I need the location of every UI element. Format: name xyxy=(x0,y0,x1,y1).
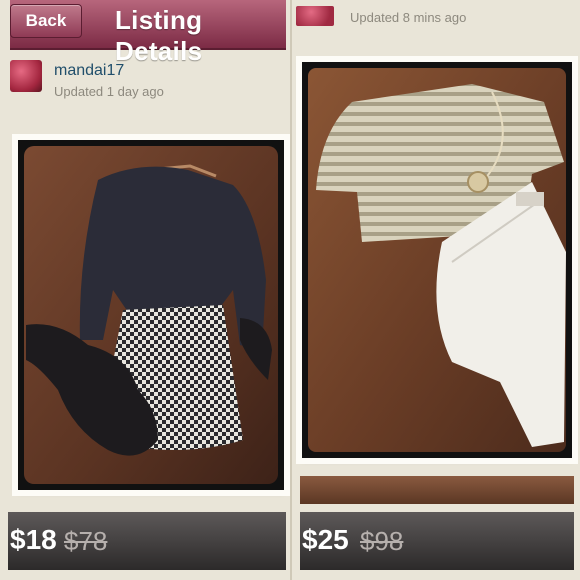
original-price: $78 xyxy=(64,526,108,556)
price-bar: $18 $78 xyxy=(8,512,286,570)
user-row[interactable]: mandai17 Updated 1 day ago xyxy=(10,58,286,108)
listing-photo[interactable] xyxy=(18,140,284,490)
price-bar: $25 $98 xyxy=(300,512,574,570)
outfit-photo-image xyxy=(24,146,278,484)
updated-timestamp: Updated 1 day ago xyxy=(54,84,164,99)
avatar[interactable] xyxy=(10,60,42,92)
nav-bar: Back Listing Details xyxy=(10,0,286,66)
updated-timestamp: Updated 8 mins ago xyxy=(350,10,467,25)
original-price: $98 xyxy=(360,526,404,556)
outfit-photo-image xyxy=(308,68,566,452)
current-price: $25 xyxy=(302,524,349,555)
left-listing-panel: Back Listing Details mandai17 Updated 1 … xyxy=(0,0,290,580)
listing-photo[interactable] xyxy=(302,62,572,458)
username-link[interactable]: mandai17 xyxy=(54,62,124,80)
next-listing-peek xyxy=(300,476,574,504)
back-button[interactable]: Back xyxy=(10,4,82,38)
avatar[interactable] xyxy=(296,6,334,26)
right-listing-panel: Updated 8 mins ago $25 $98 xyxy=(290,0,580,580)
current-price: $18 xyxy=(10,524,57,555)
